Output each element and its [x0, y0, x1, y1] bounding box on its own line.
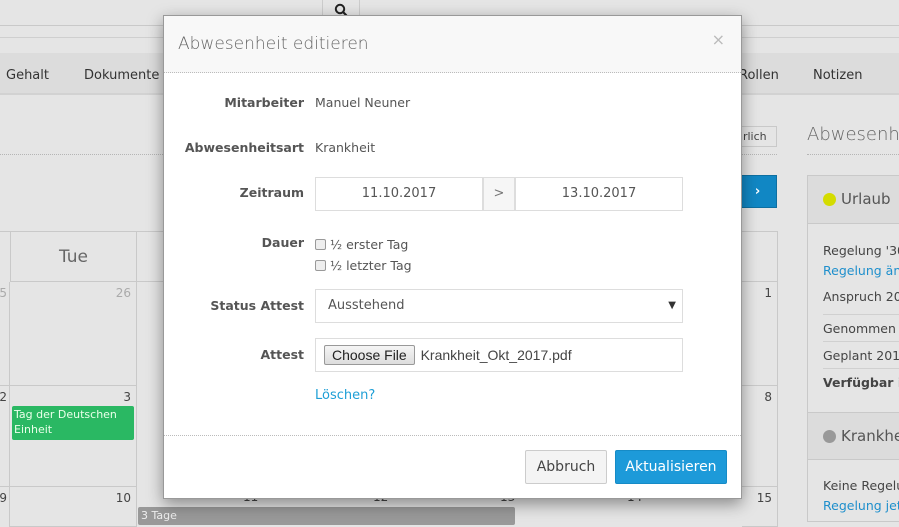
chevron-right-icon: ›: [754, 184, 761, 199]
zeitraum-label: Zeitraum: [239, 185, 304, 200]
day-number: 3: [123, 390, 131, 404]
keine-regelung-text: Keine Regelu: [823, 478, 899, 493]
divider: [807, 154, 899, 155]
panel-title: Abwesenhe: [807, 124, 899, 145]
regelung-set-link[interactable]: Regelung jetz: [823, 498, 899, 513]
genommen-row: Genommen: [823, 316, 899, 342]
calendar-day[interactable]: 8: [742, 386, 778, 487]
urlaub-header: Urlaub: [808, 176, 899, 224]
dialog-title: Abwesenheit editieren: [178, 34, 369, 54]
half-first-day-checkbox[interactable]: ½ erster Tag: [315, 237, 408, 252]
checkbox-icon[interactable]: [315, 260, 326, 271]
calendar-day[interactable]: 5: [0, 282, 10, 386]
delete-link[interactable]: Löschen?: [315, 388, 375, 403]
anspruch-row: Anspruch 20: [823, 289, 899, 315]
status-attest-select[interactable]: Ausstehend ▼: [315, 289, 683, 323]
art-label: Abwesenheitsart: [184, 140, 304, 155]
checkbox-icon[interactable]: [315, 239, 326, 250]
day-number: 1: [764, 286, 772, 300]
cancel-button[interactable]: Abbruch: [525, 450, 607, 484]
half-last-day-checkbox[interactable]: ½ letzter Tag: [315, 258, 412, 273]
status-attest-value: Ausstehend: [328, 298, 405, 313]
tab-rollen[interactable]: Rollen: [739, 68, 779, 83]
day-number: 8: [764, 390, 772, 404]
dauer-label: Dauer: [261, 235, 304, 250]
attest-file-input[interactable]: Choose File Krankheit_Okt_2017.pdf: [315, 338, 683, 372]
calendar-day[interactable]: 9: [0, 487, 10, 527]
calendar-day[interactable]: 1: [742, 282, 778, 386]
mitarbeiter-label: Mitarbeiter: [224, 95, 304, 110]
status-dot-icon: [823, 430, 836, 443]
event-absence[interactable]: 3 Tage: [138, 507, 515, 525]
day-header-tue: Tue: [10, 232, 137, 282]
date-range-separator: >: [483, 177, 515, 211]
half-last-day-label: ½ letzter Tag: [330, 258, 412, 273]
update-button[interactable]: Aktualisieren: [615, 450, 727, 484]
tab-notizen[interactable]: Notizen: [813, 68, 862, 83]
verfuegbar-row: Verfügbar in: [823, 375, 899, 390]
event-holiday[interactable]: Tag der Deutschen Einheit: [12, 406, 134, 440]
half-first-day-label: ½ erster Tag: [330, 237, 409, 252]
dialog-footer: Abbruch Aktualisieren: [164, 435, 741, 499]
date-to-input[interactable]: 13.10.2017: [515, 177, 683, 211]
next-button[interactable]: ›: [738, 175, 777, 208]
date-from-input[interactable]: 11.10.2017: [315, 177, 483, 211]
file-name: Krankheit_Okt_2017.pdf: [420, 347, 572, 363]
krankheit-label: Krankhe: [841, 427, 899, 445]
regelung-change-link[interactable]: Regelung änd: [823, 263, 899, 278]
tab-gehalt[interactable]: Gehalt: [6, 68, 49, 83]
caret-down-icon: ▼: [668, 300, 676, 311]
day-number: 15: [756, 491, 772, 505]
tab-dokumente[interactable]: Dokumente: [84, 68, 159, 83]
mitarbeiter-value: Manuel Neuner: [315, 95, 411, 110]
attest-label: Attest: [260, 347, 304, 362]
day-number: 2: [0, 390, 7, 404]
absence-summary-panel: Urlaub Regelung '30 Regelung änd Anspruc…: [807, 175, 899, 522]
edit-absence-dialog: Abwesenheit editieren × Mitarbeiter Manu…: [163, 15, 742, 499]
day-number: 10: [115, 491, 131, 505]
calendar-day[interactable]: 10: [10, 487, 137, 527]
art-value: Krankheit: [315, 140, 376, 155]
status-attest-label: Status Attest: [210, 298, 304, 313]
calendar-day[interactable]: 26: [10, 282, 137, 386]
urlaub-label: Urlaub: [841, 190, 891, 208]
krankheit-header: Krankhe: [808, 412, 899, 460]
choose-file-button[interactable]: Choose File: [324, 345, 415, 365]
day-number: 9: [0, 491, 7, 505]
calendar-day[interactable]: 2: [0, 386, 10, 487]
divider: [0, 154, 163, 155]
calendar-day[interactable]: 3 Tag der Deutschen Einheit: [10, 386, 137, 487]
regelung-text: Regelung '30: [823, 243, 899, 258]
close-icon[interactable]: ×: [712, 30, 725, 49]
divider: [742, 154, 777, 155]
geplant-row: Geplant 2017: [823, 343, 899, 369]
day-number: 5: [0, 286, 7, 300]
calendar-day[interactable]: 15: [742, 487, 778, 527]
status-dot-icon: [823, 193, 836, 206]
day-number: 26: [115, 286, 131, 300]
dialog-header: Abwesenheit editieren ×: [164, 16, 741, 73]
